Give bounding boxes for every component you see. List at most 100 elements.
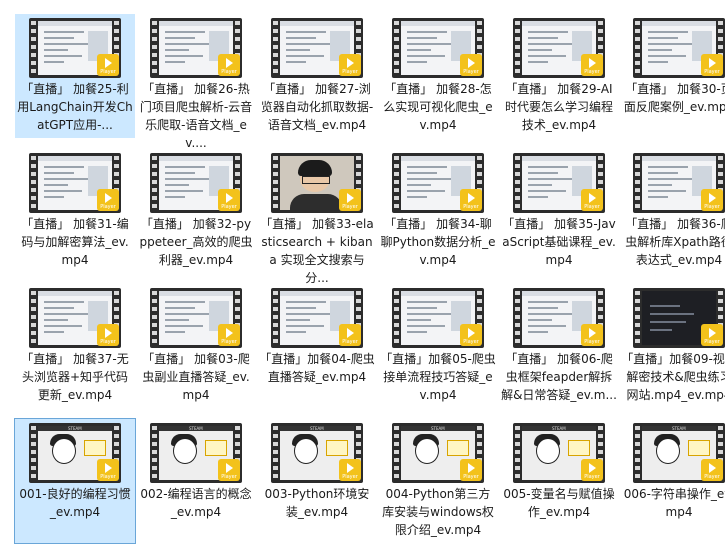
cartoon-header-text: STEAM — [68, 426, 82, 431]
video-file-item[interactable]: Player 「直播」 加餐35-JavaScript基础课程_ev.mp4 — [499, 149, 619, 273]
video-file-name: 001-良好的编程习惯_ev.mp4 — [19, 487, 131, 519]
video-file-item[interactable]: STEAM Player 003-Python环境安装_ev.mp4 — [257, 419, 377, 543]
text-line — [165, 31, 205, 33]
video-file-item[interactable]: Player 「直播」 加餐34-聊聊Python数据分析_ev.mp4 — [378, 149, 498, 273]
video-file-name: 「直播」 加餐26-热门项目爬虫解析-云音乐爬取-语音文档_ev.... — [139, 82, 253, 150]
video-file-item[interactable]: Player 「直播」 加餐31-编码与加解密算法_ev.mp4 — [15, 149, 135, 273]
play-triangle-icon — [589, 58, 596, 68]
video-file-name: 005-变量名与赋值操作_ev.mp4 — [503, 487, 615, 519]
video-file-item[interactable]: Player 「直播」 加餐03-爬虫副业直播答疑_ev.mp4 — [136, 284, 256, 408]
video-file-name: 004-Python第三方库安装与windows权限介绍_ev.mp4 — [382, 487, 494, 537]
player-badge-text: Player — [100, 474, 116, 480]
video-file-item[interactable]: Player 「直播」 加餐28-怎么实现可视化爬虫_ev.mp4 — [378, 14, 498, 138]
play-triangle-icon — [468, 463, 475, 473]
window-titlebar — [522, 21, 596, 26]
cartoon-speech-note — [447, 440, 469, 456]
text-line — [165, 43, 211, 45]
film-sprocket-left — [515, 156, 520, 210]
text-line — [44, 301, 84, 303]
video-file-item[interactable]: STEAM Player 001-良好的编程习惯_ev.mp4 — [14, 418, 136, 544]
text-line — [528, 190, 566, 192]
play-triangle-icon — [105, 58, 112, 68]
player-badge-text: Player — [100, 69, 116, 75]
play-triangle-icon — [226, 328, 233, 338]
player-play-icon: Player — [339, 54, 361, 76]
video-thumbnail: Player — [633, 288, 725, 348]
video-file-name: 「直播」 加餐36-爬虫解析库Xpath路径表达式_ev.mp4 — [625, 217, 725, 267]
text-line — [407, 31, 447, 33]
text-line — [648, 43, 694, 45]
window-titlebar — [159, 21, 233, 26]
video-file-item[interactable]: Player 「直播」 加餐26-热门项目爬虫解析-云音乐爬取-语音文档_ev..… — [136, 14, 256, 150]
window-titlebar — [642, 156, 716, 161]
text-line — [407, 190, 445, 192]
video-thumbnail: Player — [271, 153, 363, 213]
cartoon-face — [294, 438, 318, 464]
video-file-item[interactable]: STEAM Player 004-Python第三方库安装与windows权限介绍_… — [378, 419, 498, 543]
play-triangle-icon — [347, 58, 354, 68]
cartoon-speech-note — [688, 440, 710, 456]
window-titlebar — [401, 21, 475, 26]
text-line — [165, 184, 189, 186]
play-triangle-icon — [105, 193, 112, 203]
video-file-item[interactable]: Player 「直播」 加餐33-elasticsearch + kibana 实… — [257, 149, 377, 285]
text-line — [407, 43, 453, 45]
video-file-item[interactable]: Player 「直播」 加餐06-爬虫框架feapder解拆解&日常答疑_ev.m… — [499, 284, 619, 408]
text-line — [407, 49, 431, 51]
text-line — [528, 325, 566, 327]
video-file-item[interactable]: Player 「直播」加餐04-爬虫直播答疑_ev.mp4 — [257, 284, 377, 408]
text-line — [44, 319, 68, 321]
text-line — [44, 31, 84, 33]
text-line — [165, 325, 203, 327]
person-shirt — [290, 194, 342, 210]
video-file-item[interactable]: Player 「直播」 加餐32-pyppeteer_高效的爬虫利器_ev.mp4 — [136, 149, 256, 273]
player-badge-text: Player — [463, 339, 479, 345]
text-line — [648, 55, 686, 57]
player-badge-text: Player — [342, 339, 358, 345]
video-file-item[interactable]: Player 「直播」加餐05-爬虫接单流程技巧答疑_ev.mp4 — [378, 284, 498, 408]
text-line — [286, 307, 316, 309]
video-thumbnail: Player — [392, 288, 484, 348]
text-line — [648, 190, 686, 192]
text-line — [407, 307, 437, 309]
video-file-item[interactable]: Player 「直播」加餐09-视频解密技术&爬虫练习网站.mp4_ev.mp4 — [619, 284, 725, 408]
video-thumbnail: Player — [513, 288, 605, 348]
cartoon-speech-note — [205, 440, 227, 456]
text-line — [165, 307, 195, 309]
video-file-item[interactable]: Player 「直播」 加餐30-页面反爬案例_ev.mp4 — [619, 14, 725, 138]
film-sprocket-left — [635, 291, 640, 345]
film-sprocket-left — [152, 426, 157, 480]
play-triangle-icon — [589, 193, 596, 203]
video-thumbnail: Player — [271, 18, 363, 78]
video-file-item[interactable]: Player 「直播」 加餐25-利用LangChain开发ChatGPT应用-.… — [15, 14, 135, 138]
text-line — [407, 325, 445, 327]
video-file-item[interactable]: Player 「直播」 加餐37-无头浏览器+知乎代码更新_ev.mp4 — [15, 284, 135, 408]
video-file-item[interactable]: STEAM Player 006-字符串操作_ev.mp4 — [619, 419, 725, 543]
player-play-icon: Player — [218, 54, 240, 76]
play-triangle-icon — [468, 193, 475, 203]
player-badge-text: Player — [584, 474, 600, 480]
play-triangle-icon — [226, 463, 233, 473]
text-line — [286, 37, 316, 39]
video-file-name: 「直播」 加餐29-AI时代要怎么学习编程技术_ev.mp4 — [504, 82, 613, 132]
video-file-item[interactable]: STEAM Player 005-变量名与赋值操作_ev.mp4 — [499, 419, 619, 543]
video-file-name: 「直播」加餐04-爬虫直播答疑_ev.mp4 — [259, 352, 375, 384]
play-triangle-icon — [347, 463, 354, 473]
player-badge-text: Player — [704, 204, 720, 210]
video-file-item[interactable]: Player 「直播」 加餐36-爬虫解析库Xpath路径表达式_ev.mp4 — [619, 149, 725, 273]
cartoon-face — [52, 438, 76, 464]
window-titlebar — [159, 156, 233, 161]
video-file-item[interactable]: Player 「直播」 加餐29-AI时代要怎么学习编程技术_ev.mp4 — [499, 14, 619, 138]
text-line — [44, 37, 74, 39]
text-line — [650, 321, 686, 323]
text-line — [528, 196, 548, 198]
video-file-item[interactable]: STEAM Player 002-编程语言的概念_ev.mp4 — [136, 419, 256, 543]
play-triangle-icon — [105, 328, 112, 338]
cartoon-header-bar: STEAM — [642, 426, 716, 431]
text-line — [407, 196, 427, 198]
text-line — [407, 37, 437, 39]
video-file-item[interactable]: Player 「直播」 加餐27-浏览器自动化抓取数据-语音文档_ev.mp4 — [257, 14, 377, 138]
player-play-icon: Player — [701, 189, 723, 211]
text-line — [407, 184, 431, 186]
text-line — [165, 166, 205, 168]
